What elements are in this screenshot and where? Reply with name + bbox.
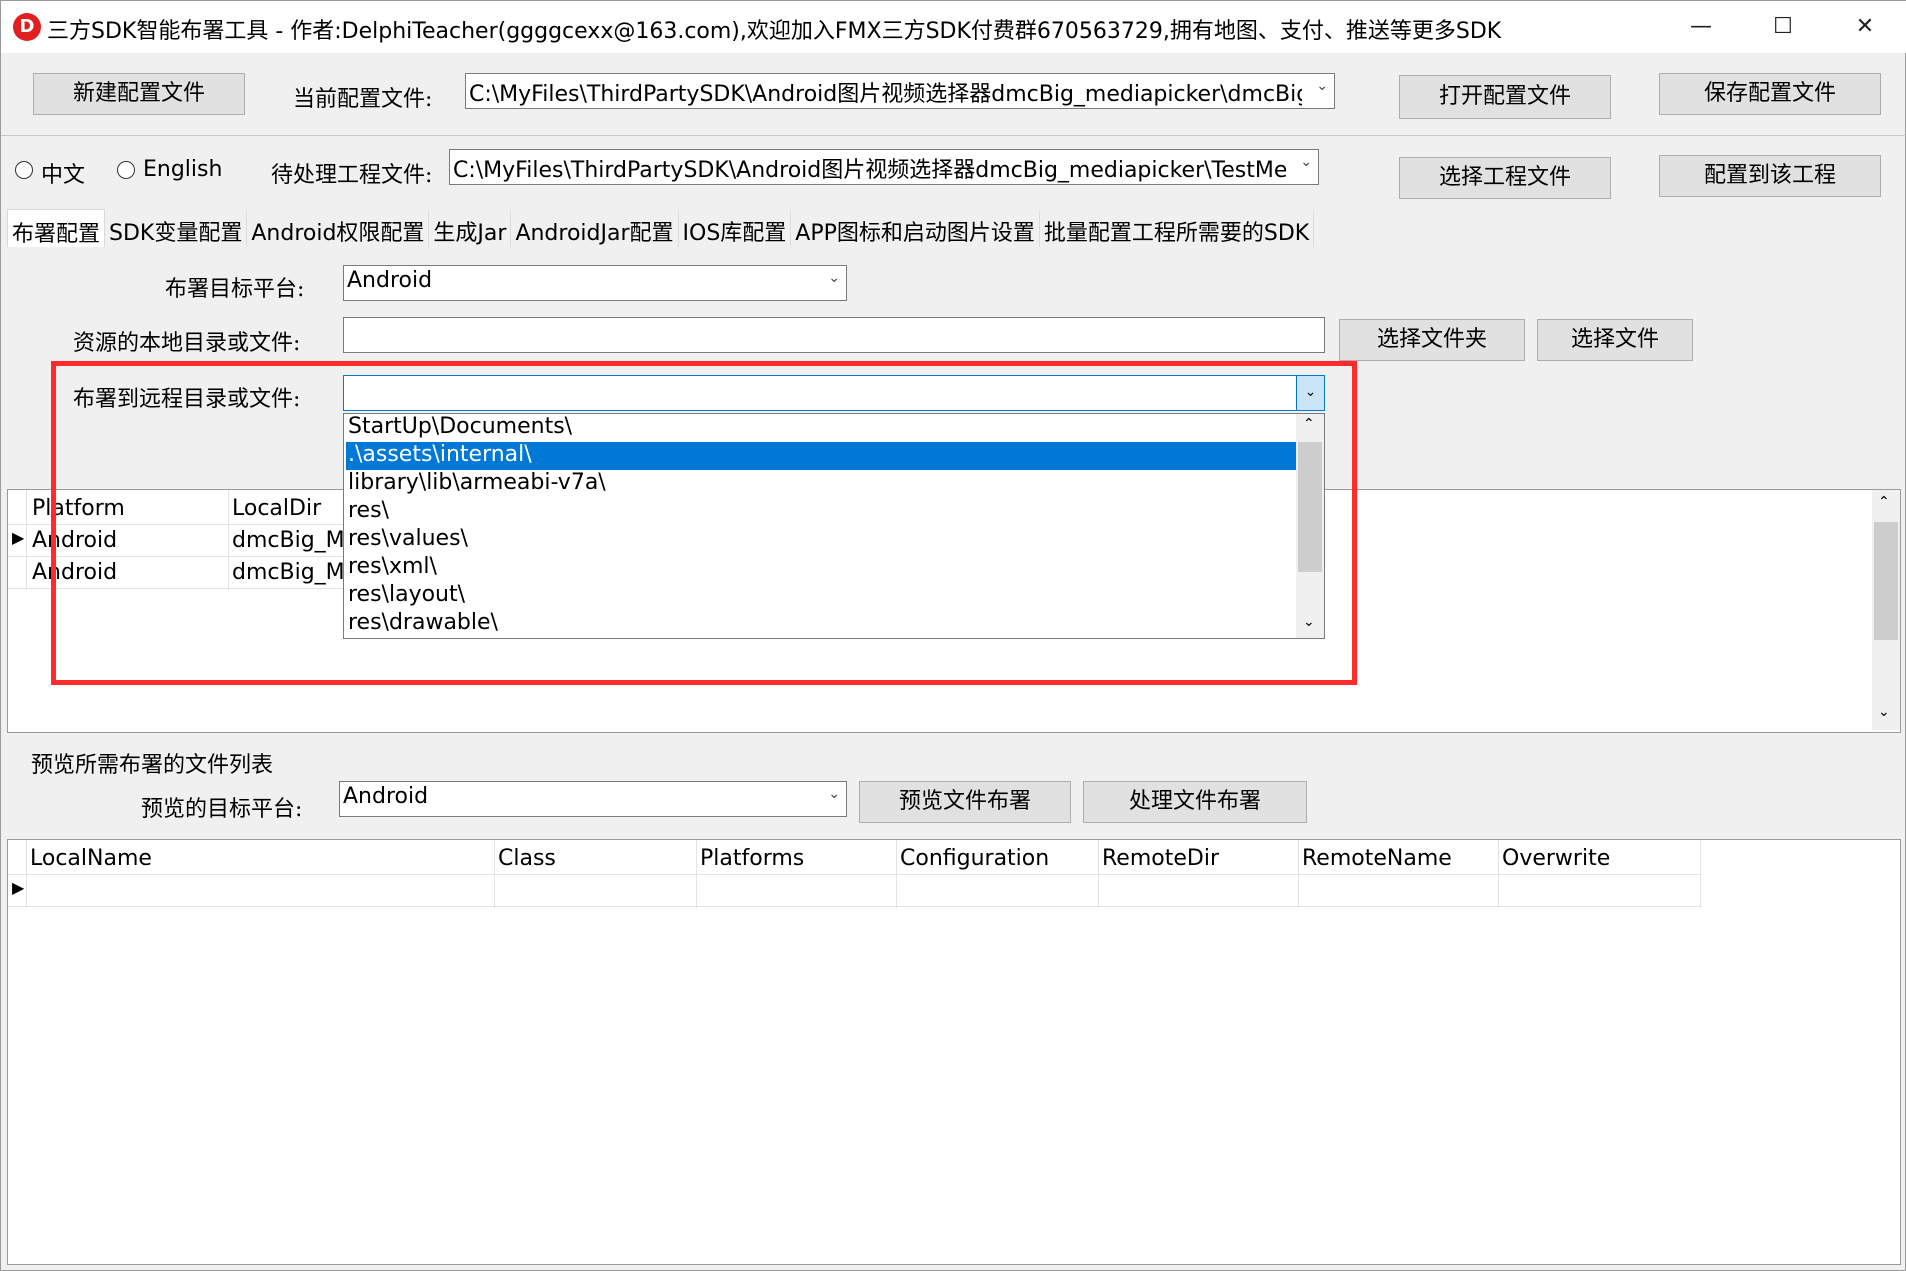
table-cell[interactable]: dmcBig_Me — [232, 528, 358, 553]
chinese-radio-label[interactable]: 中文 — [41, 157, 85, 189]
separator — [1, 135, 1906, 136]
dropdown-option[interactable]: res\xml\ — [346, 554, 1296, 582]
tab-sdk-variables[interactable]: SDK变量配置 — [105, 211, 248, 247]
dropdown-option[interactable]: res\values\ — [346, 526, 1296, 554]
project-file-label: 待处理工程文件: — [271, 163, 433, 188]
grid-header-localname[interactable]: LocalName — [30, 846, 152, 871]
save-config-button[interactable]: 保存配置文件 — [1659, 73, 1881, 115]
grid-header-platforms[interactable]: Platforms — [700, 846, 804, 871]
tab-android-permissions[interactable]: Android权限配置 — [247, 211, 430, 247]
dropdown-option[interactable]: StartUp\Documents\ — [346, 414, 1296, 442]
english-radio[interactable] — [117, 161, 135, 179]
chevron-down-icon: ⌄ — [828, 786, 840, 802]
grid-divider — [228, 490, 229, 590]
chevron-up-icon[interactable]: ⌃ — [1878, 494, 1890, 510]
grid-header-overwrite[interactable]: Overwrite — [1502, 846, 1610, 871]
chevron-down-icon: ⌄ — [1300, 154, 1312, 170]
grid-divider — [26, 490, 27, 590]
deploy-platform-value: Android — [347, 268, 433, 293]
row-indicator-icon: ▶ — [12, 878, 25, 897]
grid-divider — [8, 874, 1700, 875]
grid-divider — [8, 524, 348, 525]
scroll-thumb[interactable] — [1298, 442, 1322, 572]
grid-header-remotename[interactable]: RemoteName — [1302, 846, 1452, 871]
main-window: D 三方SDK智能布署工具 - 作者:DelphiTeacher(ggggcex… — [0, 0, 1906, 1271]
local-dir-label: 资源的本地目录或文件: — [73, 331, 301, 356]
remote-dir-label: 布署到远程目录或文件: — [73, 387, 301, 412]
dropdown-option[interactable]: library\lib\armeabi-v7a\ — [346, 470, 1296, 498]
remote-dir-combo[interactable]: ⌄ — [343, 375, 1325, 411]
grid-header-class[interactable]: Class — [498, 846, 556, 871]
tab-android-jar[interactable]: AndroidJar配置 — [511, 211, 679, 247]
grid-header-configuration[interactable]: Configuration — [900, 846, 1049, 871]
remote-dir-dropdown[interactable]: StartUp\Documents\ .\assets\internal\ li… — [343, 413, 1325, 639]
select-project-button[interactable]: 选择工程文件 — [1399, 157, 1611, 199]
tab-generate-jar[interactable]: 生成Jar — [429, 211, 512, 247]
window-title: 三方SDK智能布署工具 - 作者:DelphiTeacher(ggggcexx@… — [47, 19, 1502, 44]
current-config-label: 当前配置文件: — [293, 87, 433, 112]
dropdown-scrollbar[interactable]: ⌃ ⌄ — [1296, 414, 1324, 638]
preview-deploy-button[interactable]: 预览文件布署 — [859, 781, 1071, 823]
app-icon: D — [13, 13, 41, 41]
maximize-button[interactable]: ☐ — [1743, 1, 1823, 53]
chevron-down-icon[interactable]: ⌄ — [1303, 614, 1315, 630]
grid-header-localdir[interactable]: LocalDir — [232, 496, 321, 521]
chevron-down-icon[interactable]: ⌄ — [1878, 704, 1890, 720]
grid-divider — [1700, 840, 1701, 908]
current-config-value: C:\MyFiles\ThirdPartySDK\Android图片视频选择器d… — [469, 82, 1302, 107]
dropdown-option-selected[interactable]: .\assets\internal\ — [346, 442, 1296, 470]
grid-header-platform[interactable]: Platform — [32, 496, 125, 521]
table-cell[interactable]: dmcBig_Me — [232, 560, 358, 585]
local-dir-input[interactable] — [343, 317, 1325, 353]
table-cell[interactable]: Android — [32, 528, 117, 553]
tab-batch-sdk[interactable]: 批量配置工程所需要的SDK — [1040, 211, 1315, 247]
dropdown-option[interactable]: res\ — [346, 498, 1296, 526]
grid-divider — [8, 906, 1700, 907]
title-bar: D 三方SDK智能布署工具 - 作者:DelphiTeacher(ggggcex… — [1, 1, 1906, 53]
select-file-button[interactable]: 选择文件 — [1537, 319, 1693, 361]
chinese-radio[interactable] — [15, 161, 33, 179]
tab-strip: 布署配置 SDK变量配置 Android权限配置 生成Jar AndroidJa… — [7, 209, 1315, 247]
deploy-platform-combo[interactable]: Android ⌄ — [343, 265, 847, 301]
current-config-combo[interactable]: C:\MyFiles\ThirdPartySDK\Android图片视频选择器d… — [465, 73, 1335, 109]
new-config-button[interactable]: 新建配置文件 — [33, 73, 245, 115]
dropdown-option[interactable]: res\drawable\ — [346, 610, 1296, 638]
chevron-down-icon: ⌄ — [1316, 78, 1328, 94]
chevron-down-icon[interactable]: ⌄ — [1296, 376, 1324, 410]
preview-platform-combo[interactable]: Android ⌄ — [339, 781, 847, 817]
minimize-button[interactable]: — — [1661, 1, 1741, 53]
grid-divider — [8, 556, 348, 557]
deploy-grid-scrollbar[interactable]: ⌃ ⌄ — [1872, 490, 1900, 730]
preview-grid[interactable]: LocalName Class Platforms Configuration … — [7, 839, 1901, 1265]
select-folder-button[interactable]: 选择文件夹 — [1339, 319, 1525, 361]
preview-section-label: 预览所需布署的文件列表 — [31, 753, 274, 778]
project-file-combo[interactable]: C:\MyFiles\ThirdPartySDK\Android图片视频选择器d… — [449, 149, 1319, 185]
english-radio-label[interactable]: English — [143, 157, 222, 182]
chevron-down-icon: ⌄ — [828, 270, 840, 286]
tab-ios-library[interactable]: IOS库配置 — [679, 211, 792, 247]
preview-platform-label: 预览的目标平台: — [141, 797, 303, 822]
preview-platform-value: Android — [343, 784, 429, 809]
scroll-thumb[interactable] — [1874, 522, 1898, 640]
close-button[interactable]: ✕ — [1825, 1, 1905, 53]
open-config-button[interactable]: 打开配置文件 — [1399, 75, 1611, 119]
tab-app-icons[interactable]: APP图标和启动图片设置 — [791, 211, 1040, 247]
chevron-up-icon[interactable]: ⌃ — [1303, 416, 1315, 432]
apply-project-button[interactable]: 配置到该工程 — [1659, 155, 1881, 197]
grid-header-remotedir[interactable]: RemoteDir — [1102, 846, 1219, 871]
tab-deploy-config[interactable]: 布署配置 — [7, 209, 106, 247]
project-file-value: C:\MyFiles\ThirdPartySDK\Android图片视频选择器d… — [453, 158, 1286, 183]
deploy-platform-label: 布署目标平台: — [165, 277, 305, 302]
table-cell[interactable]: Android — [32, 560, 117, 585]
row-indicator-icon: ▶ — [12, 528, 25, 547]
dropdown-option[interactable]: res\layout\ — [346, 582, 1296, 610]
grid-divider — [8, 588, 348, 589]
process-deploy-button[interactable]: 处理文件布署 — [1083, 781, 1307, 823]
